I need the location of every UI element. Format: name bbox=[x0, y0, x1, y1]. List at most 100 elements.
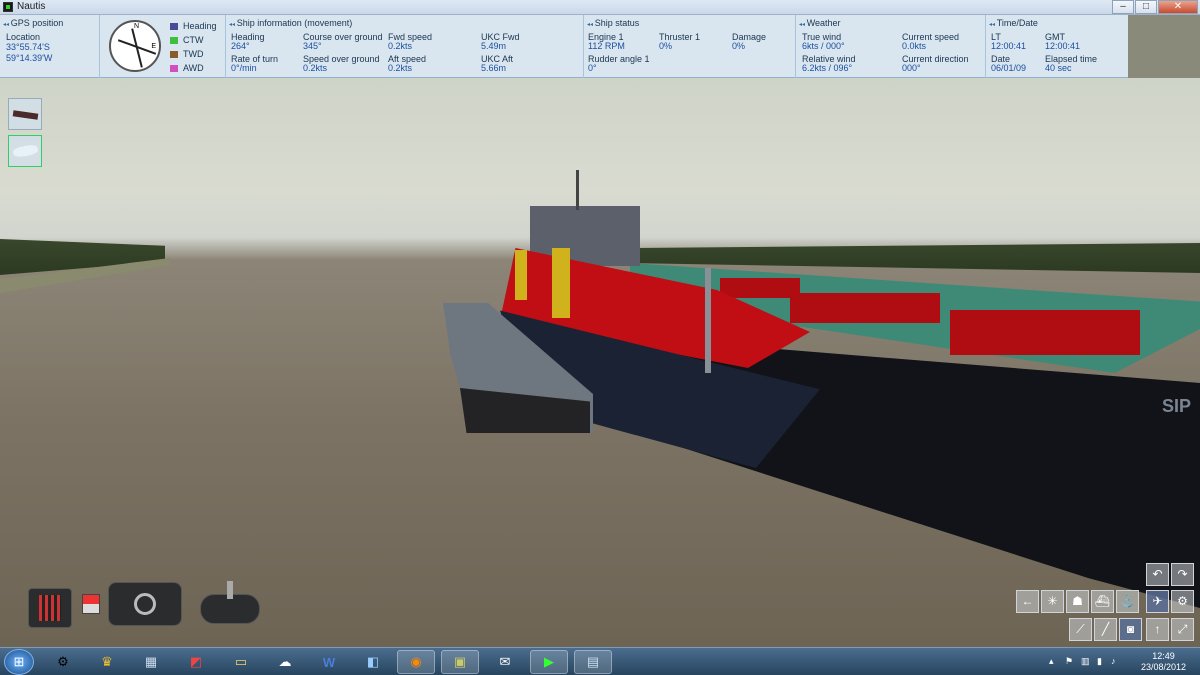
ship-thumbnail-icon bbox=[12, 110, 39, 120]
window-titlebar: Nautis – □ ✕ bbox=[0, 0, 1200, 15]
compass-rose-icon[interactable]: ✳ bbox=[1041, 590, 1064, 613]
arrow-up-icon[interactable]: ↑ bbox=[1146, 618, 1169, 641]
ctw-swatch-icon bbox=[170, 37, 178, 45]
twd-swatch-icon bbox=[170, 51, 178, 59]
compass-section[interactable]: N E Heading CTW TWD AWD bbox=[100, 15, 226, 78]
taskbar-monitor-icon[interactable]: ▤ bbox=[574, 650, 612, 674]
line-tool-icon[interactable]: ╱ bbox=[1094, 618, 1117, 641]
start-button[interactable]: ⊞ bbox=[4, 649, 34, 675]
current-speed-value: 0.0kts bbox=[902, 41, 927, 51]
fwd-speed-value: 0.2kts bbox=[388, 41, 413, 51]
weather-section[interactable]: Weather True wind 6kts / 000° Current sp… bbox=[796, 15, 986, 78]
time-date-section[interactable]: Time/Date LT 12:00:41 GMT 12:00:41 Date … bbox=[986, 15, 1128, 78]
ship-status-section[interactable]: Ship status Engine 1 112 RPM Thruster 1 … bbox=[584, 15, 796, 78]
tray-signal-icon[interactable]: ▮ bbox=[1097, 656, 1102, 667]
lt-value: 12:00:41 bbox=[991, 41, 1027, 51]
taskbar-clock[interactable]: 12:49 23/08/2012 bbox=[1141, 651, 1186, 673]
simulation-viewport[interactable]: SIP ↶ ↷ ← ✳ ☗ ⛴ ⚓ ✈ ⚙ ⟋ ╱ ◙ ↑ ⤢ bbox=[0, 78, 1200, 647]
ship-thumbnail-icon bbox=[12, 143, 39, 159]
rudder-value: 0° bbox=[588, 63, 597, 73]
gmt-value: 12:00:41 bbox=[1045, 41, 1081, 51]
tug-view-icon[interactable]: ⚓ bbox=[1116, 590, 1139, 613]
taskbar-presentation-icon[interactable]: ◩ bbox=[177, 650, 215, 674]
taskbar-explorer-icon[interactable]: ▭ bbox=[222, 650, 260, 674]
taskbar-thunderbird-icon[interactable]: ✉ bbox=[486, 650, 524, 674]
close-button[interactable]: ✕ bbox=[1158, 0, 1198, 14]
deck-crane bbox=[515, 250, 527, 300]
ship-view-icon[interactable]: ⛴ bbox=[1091, 590, 1114, 613]
heading-swatch-icon bbox=[170, 23, 178, 31]
gps-section[interactable]: GPS position Location 33°55.74'S 59°14.3… bbox=[0, 15, 100, 78]
system-tray: ▴ ⚑ ▥ ▮ ♪ 12:49 23/08/2012 bbox=[1045, 648, 1200, 675]
sog-value: 0.2kts bbox=[303, 63, 328, 73]
rudder-wheel-icon bbox=[134, 593, 156, 615]
ship-view-thumbnail-1[interactable] bbox=[8, 98, 42, 130]
taskbar-chat-icon[interactable]: ▣ bbox=[441, 650, 479, 674]
date-value: 06/01/09 bbox=[991, 63, 1027, 73]
ship-status-title: Ship status bbox=[587, 18, 640, 28]
time-title: Time/Date bbox=[989, 18, 1038, 28]
taskbar-notes-icon[interactable]: ◧ bbox=[354, 650, 392, 674]
legend-twd: TWD bbox=[170, 49, 204, 59]
taskbar-weather-icon[interactable]: ☁ bbox=[266, 650, 304, 674]
minimize-button[interactable]: – bbox=[1112, 0, 1134, 14]
camera-icon[interactable]: ◙ bbox=[1119, 618, 1142, 641]
settings-icon[interactable]: ⚙ bbox=[1171, 590, 1194, 613]
person-icon[interactable]: ☗ bbox=[1066, 590, 1089, 613]
current-direction-value: 000° bbox=[902, 63, 921, 73]
clock-time: 12:49 bbox=[1152, 651, 1175, 661]
taskbar-word-icon[interactable]: W bbox=[310, 650, 348, 674]
engine-value: 112 RPM bbox=[588, 41, 625, 51]
engine-telegraph-control[interactable] bbox=[28, 588, 72, 628]
rudder-label: Rudder angle 1 bbox=[588, 54, 650, 64]
ruler-icon[interactable]: ⟋ bbox=[1069, 618, 1092, 641]
view-forward-icon[interactable]: ↷ bbox=[1171, 563, 1194, 586]
compass-north-label: N bbox=[134, 23, 140, 30]
nautis-app-icon bbox=[3, 2, 13, 12]
thruster-control[interactable] bbox=[200, 581, 260, 624]
cog-value: 345° bbox=[303, 41, 322, 51]
hull-name-text: SIP bbox=[1162, 396, 1192, 416]
taskbar-firefox-icon[interactable]: ◉ bbox=[397, 650, 435, 674]
ship-view-thumbnail-2[interactable] bbox=[8, 135, 42, 167]
ukc-aft-value: 5.66m bbox=[481, 63, 507, 73]
ukc-fwd-value: 5.49m bbox=[481, 41, 507, 51]
thruster-value: 0% bbox=[659, 41, 673, 51]
weather-title: Weather bbox=[799, 18, 841, 28]
heading-value: 264° bbox=[231, 41, 250, 51]
clock-date: 23/08/2012 bbox=[1140, 662, 1186, 672]
legend-heading: Heading bbox=[170, 21, 217, 31]
ship-information-section[interactable]: Ship information (movement) Heading 264°… bbox=[226, 15, 584, 78]
view-back-icon[interactable]: ↶ bbox=[1146, 563, 1169, 586]
taskbar-nautis-icon[interactable]: ▶ bbox=[530, 650, 568, 674]
pan-left-icon[interactable]: ← bbox=[1016, 590, 1039, 613]
ship-mast bbox=[576, 170, 579, 210]
relative-wind-value: 6.2kts / 096° bbox=[802, 63, 853, 73]
telegraph-lever-icon bbox=[39, 595, 61, 621]
hatch-cover bbox=[720, 278, 800, 298]
forward-mast bbox=[705, 268, 711, 373]
taskbar-calculator-icon[interactable]: ▦ bbox=[132, 650, 170, 674]
taskbar-game-icon[interactable]: ♛ bbox=[88, 650, 126, 674]
hatch-cover bbox=[790, 293, 940, 323]
maximize-button[interactable]: □ bbox=[1135, 0, 1157, 14]
tray-network-icon[interactable]: ▥ bbox=[1081, 656, 1090, 667]
ship-info-panel: GPS position Location 33°55.74'S 59°14.3… bbox=[0, 15, 1128, 78]
legend-ctw: CTW bbox=[170, 35, 204, 45]
alarm-indicator[interactable] bbox=[82, 594, 100, 614]
taskbar-settings-icon[interactable]: ⚙ bbox=[44, 650, 82, 674]
free-camera-icon[interactable]: ✈ bbox=[1146, 590, 1169, 613]
location-label: Location bbox=[6, 32, 41, 42]
tray-flag-icon[interactable]: ⚑ bbox=[1065, 656, 1073, 667]
tray-volume-icon[interactable]: ♪ bbox=[1111, 656, 1116, 666]
thruster-handle-icon bbox=[227, 581, 233, 599]
windows-taskbar: ⊞ ⚙ ♛ ▦ ◩ ▭ ☁ W ◧ ◉ ▣ ✉ ▶ ▤ ▴ ⚑ ▥ ▮ ♪ 12… bbox=[0, 647, 1200, 675]
pointer-icon[interactable]: ⤢ bbox=[1171, 618, 1194, 641]
rudder-control[interactable] bbox=[108, 582, 182, 626]
compass-dial: N E bbox=[109, 20, 161, 72]
awd-swatch-icon bbox=[170, 65, 178, 73]
compass-east-label: E bbox=[151, 43, 156, 50]
tray-arrow-icon[interactable]: ▴ bbox=[1049, 656, 1054, 667]
damage-value: 0% bbox=[732, 41, 746, 51]
latitude-value: 33°55.74'S bbox=[6, 42, 50, 52]
